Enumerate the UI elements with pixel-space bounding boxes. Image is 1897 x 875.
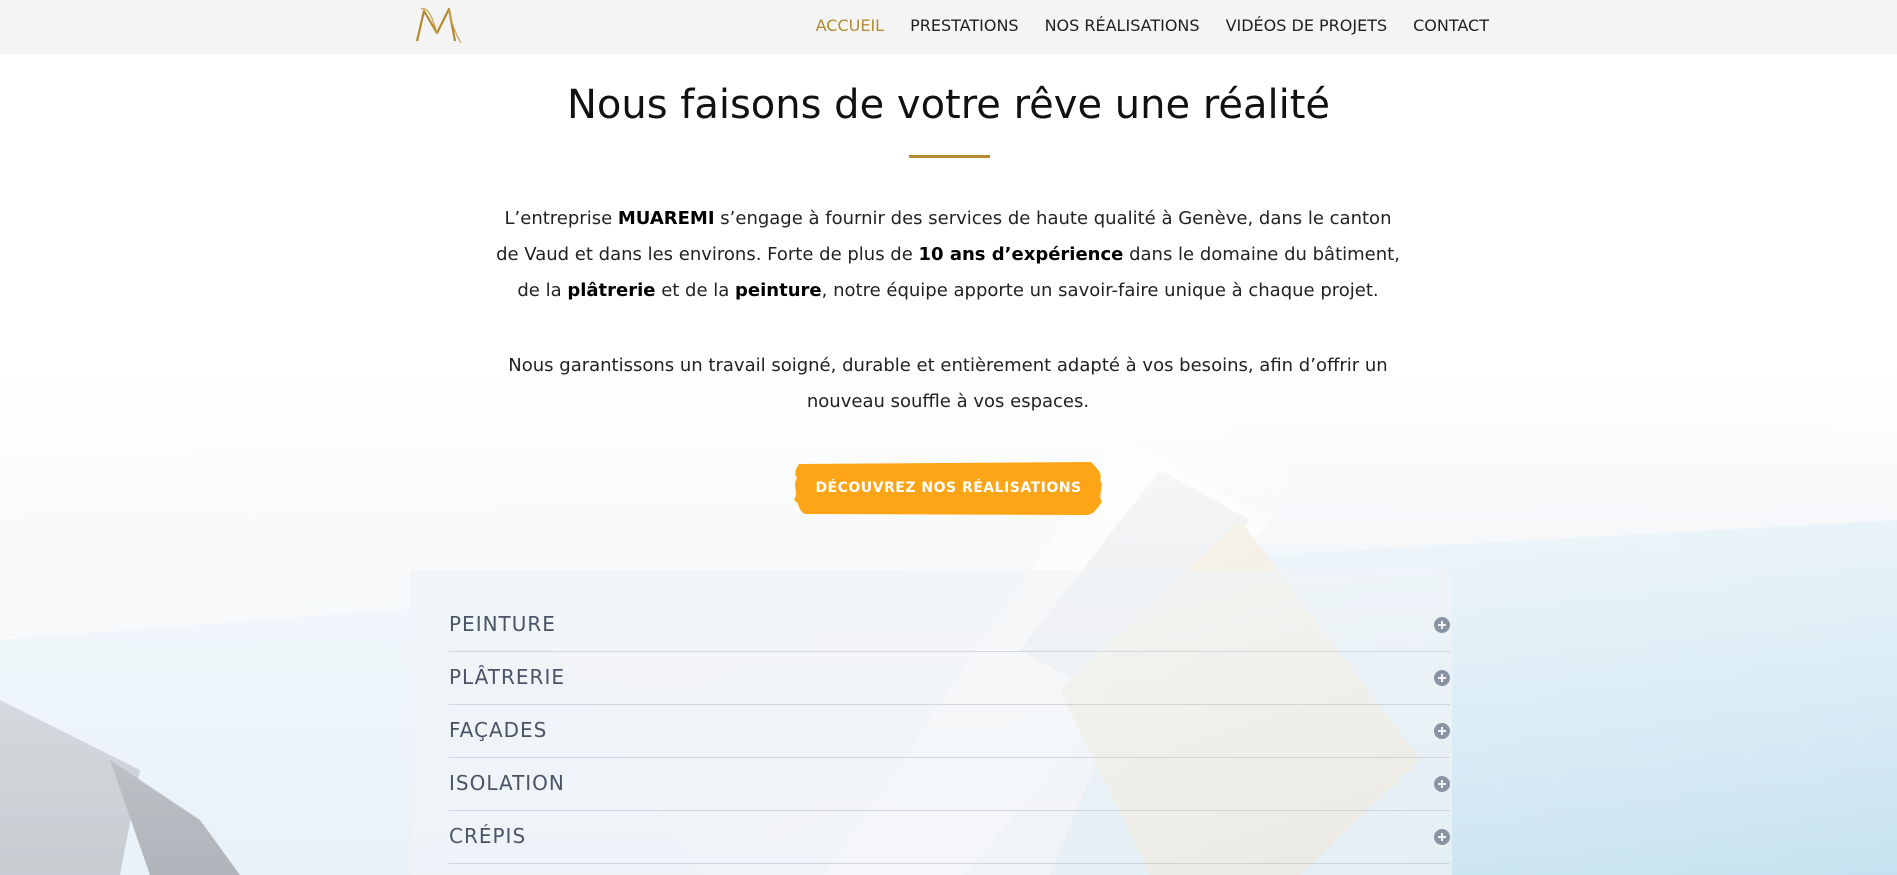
accordion-label: PEINTURE <box>449 612 556 636</box>
intro-paragraph: L’entreprise MUAREMI s’engage à fournir … <box>495 201 1401 309</box>
accordion-item-crepis[interactable]: CRÉPIS <box>449 810 1450 864</box>
nav-prestations[interactable]: PRESTATIONS <box>910 16 1018 35</box>
accordion-label: FAÇADES <box>449 718 548 742</box>
accordion-label: CRÉPIS <box>449 824 527 848</box>
plus-circle-icon[interactable] <box>1434 776 1450 792</box>
accordion-label: ISOLATION <box>449 771 565 795</box>
page-title: Nous faisons de votre rêve une réalité <box>566 82 1331 128</box>
nav-accueil[interactable]: ACCUEIL <box>816 16 884 35</box>
accordion-item-facades[interactable]: FAÇADES <box>449 704 1450 758</box>
nav-nos-realisations[interactable]: NOS RÉALISATIONS <box>1045 16 1200 35</box>
nav-videos-de-projets[interactable]: VIDÉOS DE PROJETS <box>1226 16 1388 35</box>
plus-circle-icon[interactable] <box>1434 670 1450 686</box>
intro-text-5: , notre équipe apporte un savoir-faire u… <box>821 280 1379 301</box>
discover-realisations-button[interactable]: DÉCOUVREZ NOS RÉALISATIONS <box>791 460 1106 516</box>
main-navigation: ACCUEIL PRESTATIONS NOS RÉALISATIONS VID… <box>816 0 1489 50</box>
intro-bold-company: MUAREMI <box>617 208 715 229</box>
accordion-item-isolation[interactable]: ISOLATION <box>449 757 1450 811</box>
intro-bold-peinture: peinture <box>735 280 822 301</box>
intro-text-4: et de la <box>655 280 736 301</box>
accordion-item-peinture[interactable]: PEINTURE <box>449 598 1450 652</box>
plus-circle-icon[interactable] <box>1434 829 1450 845</box>
intro-text-1: L’entreprise <box>504 208 618 229</box>
guarantee-paragraph: Nous garantissons un travail soigné, dur… <box>508 355 1388 412</box>
intro-bold-experience: 10 ans d’expérience <box>918 244 1124 265</box>
nav-contact[interactable]: CONTACT <box>1413 16 1489 35</box>
site-header: ACCUEIL PRESTATIONS NOS RÉALISATIONS VID… <box>0 0 1897 54</box>
plus-circle-icon[interactable] <box>1434 723 1450 739</box>
services-accordion: PEINTURE PLÂTRERIE FAÇADES ISOLATION CRÉ… <box>410 570 1452 875</box>
accordion-label: PLÂTRERIE <box>449 665 565 689</box>
page: ACCUEIL PRESTATIONS NOS RÉALISATIONS VID… <box>0 0 1897 875</box>
accordion-item-platrerie[interactable]: PLÂTRERIE <box>449 651 1450 705</box>
plus-circle-icon[interactable] <box>1434 617 1450 633</box>
monogram-m-logo[interactable] <box>411 3 463 47</box>
cta-label: DÉCOUVREZ NOS RÉALISATIONS <box>815 480 1082 496</box>
intro-bold-platrerie: plâtrerie <box>567 280 656 301</box>
title-divider <box>909 155 990 158</box>
